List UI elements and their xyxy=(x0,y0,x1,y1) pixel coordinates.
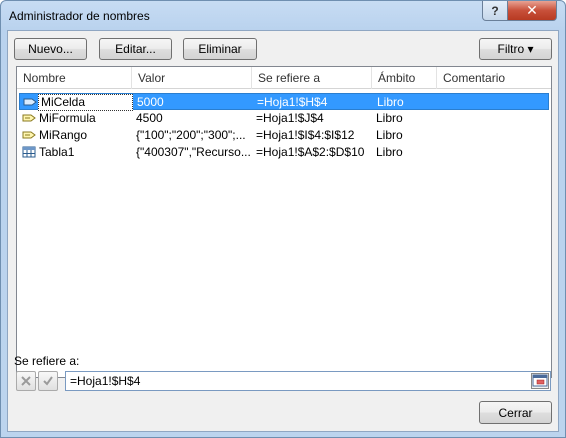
cancel-edit-button[interactable] xyxy=(16,371,36,391)
row-comment xyxy=(441,144,541,161)
row-value: {"400307","Recurso... xyxy=(136,145,251,159)
close-window-button[interactable]: ✕ xyxy=(507,1,557,21)
column-header-scope[interactable]: Ámbito xyxy=(372,67,437,89)
new-button[interactable]: Nuevo... xyxy=(14,38,87,60)
column-header-comment[interactable]: Comentario xyxy=(437,67,551,89)
names-list[interactable]: Nombre Valor Se refiere a Ámbito Comenta… xyxy=(16,66,552,378)
row-comment xyxy=(442,94,542,111)
row-scope: Libro xyxy=(376,128,403,142)
delete-button[interactable]: Eliminar xyxy=(183,38,257,60)
cancel-x-icon xyxy=(21,376,31,386)
named-range-icon xyxy=(23,96,37,108)
table-icon xyxy=(22,146,36,158)
column-header-refers[interactable]: Se refiere a xyxy=(252,67,372,89)
help-button[interactable]: ? xyxy=(482,1,508,21)
column-header-value[interactable]: Valor xyxy=(132,67,252,89)
filter-button[interactable]: Filtro ▾ xyxy=(479,38,552,60)
row-refers: =Hoja1!$A$2:$D$10 xyxy=(256,145,365,159)
edit-button[interactable]: Editar... xyxy=(99,38,172,60)
window-title: Administrador de nombres xyxy=(9,9,150,23)
close-button[interactable]: Cerrar xyxy=(479,401,552,424)
row-value: {"100";"200";"300";... xyxy=(136,128,246,142)
row-refers: =Hoja1!$H$4 xyxy=(257,95,328,109)
row-name: MiFormula xyxy=(39,111,96,125)
row-refers: =Hoja1!$I$4:$I$12 xyxy=(256,128,355,142)
refers-to-label: Se refiere a: xyxy=(14,354,80,368)
check-icon xyxy=(43,376,53,386)
row-value: 4500 xyxy=(136,111,163,125)
list-item[interactable]: MiFormula 4500 =Hoja1!$J$4 Libro xyxy=(19,110,549,127)
dialog-window: Administrador de nombres ? ✕ Nuevo... Ed… xyxy=(0,0,566,438)
list-item[interactable]: MiCelda 5000 =Hoja1!$H$4 Libro xyxy=(19,93,549,111)
row-name: Tabla1 xyxy=(39,145,75,159)
list-item[interactable]: Tabla1 {"400307","Recurso... =Hoja1!$A$2… xyxy=(19,144,549,161)
row-scope: Libro xyxy=(376,145,403,159)
refers-to-value: =Hoja1!$H$4 xyxy=(70,374,141,388)
dialog-body: Nuevo... Editar... Eliminar Filtro ▾ Nom… xyxy=(7,30,559,432)
list-item[interactable]: MiRango {"100";"200";"300";... =Hoja1!$I… xyxy=(19,127,549,144)
row-scope: Libro xyxy=(377,95,404,109)
row-name: MiCelda xyxy=(38,94,133,111)
collapse-dialog-icon xyxy=(532,374,548,387)
row-scope: Libro xyxy=(376,111,403,125)
column-header-name[interactable]: Nombre xyxy=(17,67,132,89)
named-formula-icon xyxy=(22,112,36,124)
list-header: Nombre Valor Se refiere a Ámbito Comenta… xyxy=(17,67,551,89)
row-refers: =Hoja1!$J$4 xyxy=(256,111,324,125)
named-formula-icon xyxy=(22,129,36,141)
row-value: 5000 xyxy=(137,95,164,109)
row-comment xyxy=(441,110,541,127)
refers-to-input[interactable]: =Hoja1!$H$4 xyxy=(65,371,551,391)
row-comment xyxy=(441,127,541,144)
row-name: MiRango xyxy=(39,128,88,142)
confirm-edit-button[interactable] xyxy=(38,371,58,391)
title-bar[interactable]: Administrador de nombres ? ✕ xyxy=(1,1,565,31)
collapse-dialog-button[interactable] xyxy=(531,373,549,389)
